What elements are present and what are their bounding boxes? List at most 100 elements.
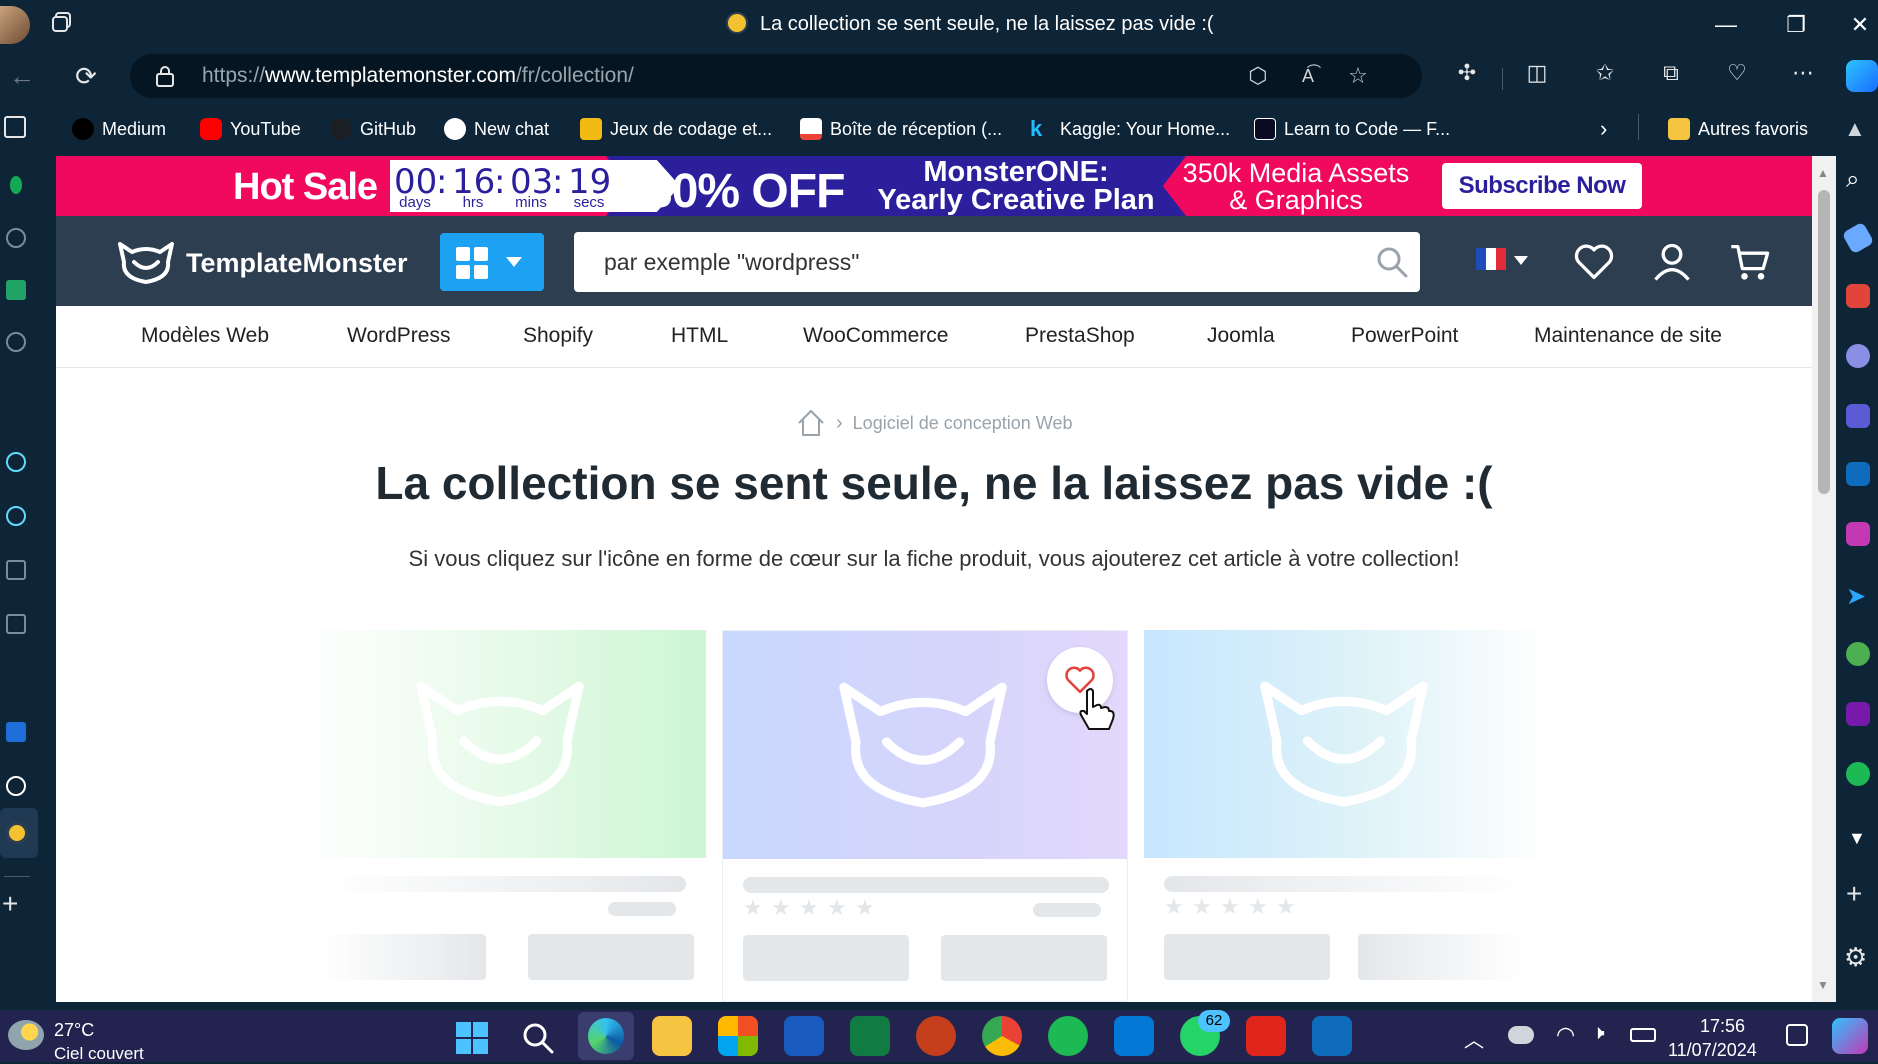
minimize-icon[interactable]: — — [1706, 10, 1746, 40]
chatgpt-tab-icon-2[interactable] — [6, 332, 26, 352]
bookmark-github[interactable]: GitHub — [330, 116, 416, 142]
profile-avatar[interactable] — [0, 6, 30, 44]
taskbar-search-icon[interactable] — [522, 1022, 554, 1054]
nav-shopify[interactable]: Shopify — [523, 324, 593, 348]
subscribe-now-button[interactable]: Subscribe Now — [1442, 163, 1642, 209]
shopping-tag-icon[interactable] — [1841, 221, 1875, 255]
nav-joomla[interactable]: Joomla — [1207, 324, 1275, 348]
extensions-icon[interactable]: ✣ — [1452, 58, 1482, 88]
categories-menu-button[interactable] — [440, 233, 544, 291]
favorites-heart-icon[interactable] — [1572, 240, 1616, 284]
scrollbar-thumb[interactable] — [1818, 190, 1830, 494]
outlook-new-icon[interactable] — [1312, 1016, 1352, 1056]
designer-icon[interactable] — [1846, 522, 1870, 546]
cart-icon[interactable] — [1728, 240, 1772, 284]
acrobat-icon[interactable] — [1246, 1016, 1286, 1056]
vscode-icon[interactable] — [1114, 1016, 1154, 1056]
tray-overflow-chevron-icon[interactable]: ︿ — [1464, 1024, 1484, 1053]
scroll-up-arrow-icon[interactable]: ▲ — [1817, 166, 1829, 180]
weather-desc[interactable]: Ciel couvert — [54, 1044, 144, 1064]
language-chevron-down-icon[interactable] — [1514, 256, 1528, 265]
bookmark-freecodecamp[interactable]: Learn to Code — F... — [1254, 116, 1450, 142]
promo-banner[interactable]: Hot Sale 00 : 16 : 03 : 19 days hrs mins… — [56, 156, 1812, 216]
bookmark-gmail[interactable]: Boîte de réception (... — [800, 116, 1002, 142]
favorites-icon[interactable]: ✩ — [1590, 58, 1620, 88]
calendar-tab-icon[interactable] — [6, 560, 26, 580]
weather-cloud-icon[interactable] — [8, 1020, 44, 1050]
tree-icon[interactable] — [1846, 642, 1870, 666]
calendar-tab-icon-2[interactable] — [6, 614, 26, 634]
templatemonster-logo[interactable]: TemplateMonster — [116, 240, 408, 286]
favorite-star-icon[interactable]: ☆ — [1344, 62, 1372, 90]
mongodb-tab-icon[interactable] — [10, 176, 22, 194]
bookmark-other-favorites[interactable]: Autres favoris — [1668, 116, 1808, 142]
react-tab-icon-2[interactable] — [6, 506, 26, 526]
onedrive-warning-icon[interactable] — [1508, 1026, 1534, 1044]
more-menu-icon[interactable]: ⋯ — [1788, 58, 1818, 88]
scroll-down-arrow-icon[interactable]: ▼ — [1817, 978, 1829, 992]
outlook-icon[interactable] — [1846, 462, 1870, 486]
restore-icon[interactable]: ❐ — [1776, 10, 1816, 40]
collections-icon[interactable]: ⧉ — [1656, 58, 1686, 88]
split-screen-icon[interactable]: ◫ — [1522, 58, 1552, 88]
sidebar-scroll-up-icon[interactable]: ▲ — [1844, 116, 1866, 142]
telegram-send-icon[interactable]: ➤ — [1846, 582, 1870, 610]
spotify-taskbar-icon[interactable] — [1048, 1016, 1088, 1056]
word-icon[interactable] — [784, 1016, 824, 1056]
windows-start-icon[interactable] — [456, 1022, 488, 1054]
browser-essentials-icon[interactable]: ♡ — [1722, 58, 1752, 88]
back-icon[interactable]: ← — [2, 56, 42, 96]
search-icon[interactable] — [1376, 246, 1408, 278]
nav-html[interactable]: HTML — [671, 324, 728, 348]
tools-icon[interactable] — [1846, 284, 1870, 308]
battery-icon[interactable] — [1630, 1028, 1656, 1042]
close-icon[interactable]: ✕ — [1840, 10, 1878, 40]
nav-maintenance[interactable]: Maintenance de site — [1534, 324, 1722, 348]
account-user-icon[interactable] — [1650, 240, 1694, 284]
coupon-icon[interactable]: ⬡ — [1244, 62, 1272, 90]
clock-date[interactable]: 11/07/2024 — [1668, 1040, 1757, 1061]
sidebar-settings-gear-icon[interactable]: ⚙ — [1844, 942, 1867, 973]
read-aloud-icon[interactable]: A͡ — [1294, 62, 1322, 90]
breadcrumb-current[interactable]: Logiciel de conception Web — [853, 413, 1073, 434]
active-tab-highlight[interactable] — [0, 808, 38, 858]
bookmark-kaggle[interactable]: k Kaggle: Your Home... — [1030, 116, 1230, 142]
bookmark-new-chat[interactable]: New chat — [444, 116, 549, 142]
nav-wordpress[interactable]: WordPress — [347, 324, 450, 348]
copilot-icon[interactable] — [1846, 60, 1878, 92]
site-search-input[interactable]: par exemple "wordpress" — [574, 232, 1420, 292]
chatgpt-tab-icon-3[interactable] — [6, 776, 26, 796]
nav-modeles-web[interactable]: Modèles Web — [141, 324, 269, 348]
home-icon[interactable] — [796, 408, 826, 438]
copilot-pre-icon[interactable] — [1832, 1018, 1868, 1054]
weather-temp[interactable]: 27°C — [54, 1020, 94, 1041]
wifi-icon[interactable]: ◠ — [1556, 1022, 1575, 1048]
workspaces-icon[interactable] — [50, 10, 74, 34]
refresh-icon[interactable]: ⟳ — [66, 56, 106, 96]
notifications-icon[interactable] — [1786, 1024, 1808, 1046]
search-icon[interactable]: ⌕ — [1846, 166, 1859, 194]
powerpoint-icon[interactable] — [916, 1016, 956, 1056]
nav-prestashop[interactable]: PrestaShop — [1025, 324, 1135, 348]
nav-powerpoint[interactable]: PowerPoint — [1351, 324, 1458, 348]
microsoft-store-icon[interactable] — [718, 1016, 758, 1056]
nav-woocommerce[interactable]: WooCommerce — [803, 324, 948, 348]
file-explorer-icon[interactable] — [652, 1016, 692, 1056]
sidebar-scroll-down-icon[interactable]: ▼ — [1848, 828, 1866, 849]
sheets-tab-icon[interactable] — [6, 280, 26, 300]
chrome-icon[interactable] — [982, 1016, 1022, 1056]
edge-taskbar-active[interactable] — [578, 1012, 634, 1060]
bookmark-codingame[interactable]: Jeux de codage et... — [580, 116, 772, 142]
lock-icon[interactable] — [154, 64, 176, 88]
excel-icon[interactable] — [850, 1016, 890, 1056]
onenote-icon[interactable] — [1846, 702, 1870, 726]
new-tab-plus-icon[interactable]: + — [2, 888, 18, 920]
bookmark-medium[interactable]: Medium — [72, 116, 166, 142]
games-icon[interactable] — [1846, 344, 1870, 368]
react-tab-icon[interactable] — [6, 452, 26, 472]
sidebar-add-icon[interactable]: + — [1846, 878, 1862, 910]
copilot-app-icon[interactable] — [1846, 404, 1870, 428]
chatgpt-tab-icon[interactable] — [6, 228, 26, 248]
address-bar[interactable]: https://www.templatemonster.com/fr/colle… — [130, 54, 1422, 98]
volume-muted-icon[interactable]: 🕨 — [1592, 1022, 1605, 1045]
